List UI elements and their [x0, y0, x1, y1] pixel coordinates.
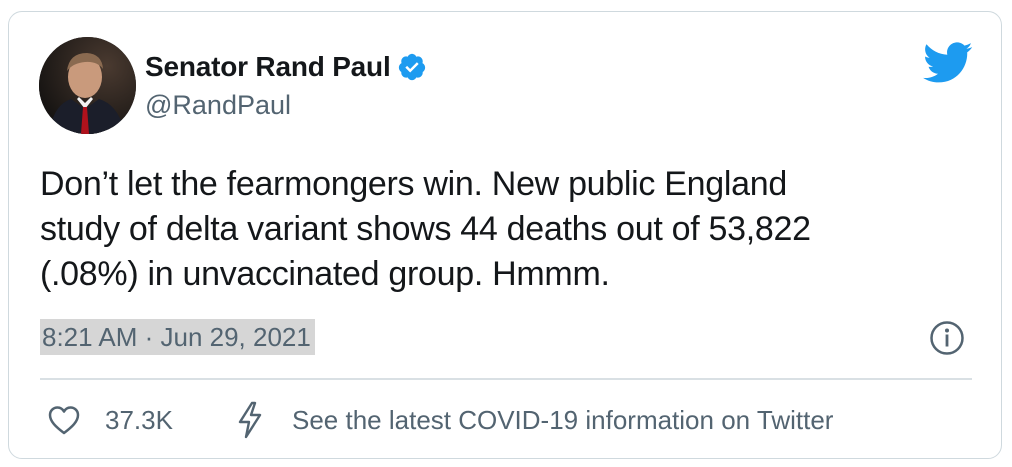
twitter-bird-icon[interactable] [923, 42, 973, 84]
author-display-name[interactable]: Senator Rand Paul [145, 51, 391, 83]
info-icon[interactable] [929, 320, 965, 356]
tweet-text-line: study of delta variant shows 44 deaths o… [40, 210, 811, 248]
tweet-timestamp[interactable]: 8:21 AM · Jun 29, 2021 [40, 319, 315, 355]
author-handle[interactable]: @RandPaul [145, 90, 291, 121]
avatar[interactable] [39, 37, 136, 134]
heart-icon[interactable] [47, 404, 81, 436]
tweet-card[interactable]: Senator Rand Paul @RandPaul Don’t let th… [8, 11, 1002, 459]
lightning-bolt-icon [235, 401, 265, 439]
verified-badge-icon [397, 52, 427, 82]
covid-info-link[interactable]: See the latest COVID-19 information on T… [292, 403, 833, 437]
tweet-text-line: Don’t let the fearmongers win. New publi… [40, 165, 787, 203]
like-count[interactable]: 37.3K [105, 403, 173, 437]
divider [40, 378, 972, 380]
tweet-text-line: (.08%) in unvaccinated group. Hmmm. [40, 255, 610, 293]
tweet-text: Don’t let the fearmongers win. New publi… [40, 162, 970, 297]
author-name-row[interactable]: Senator Rand Paul [145, 50, 427, 84]
